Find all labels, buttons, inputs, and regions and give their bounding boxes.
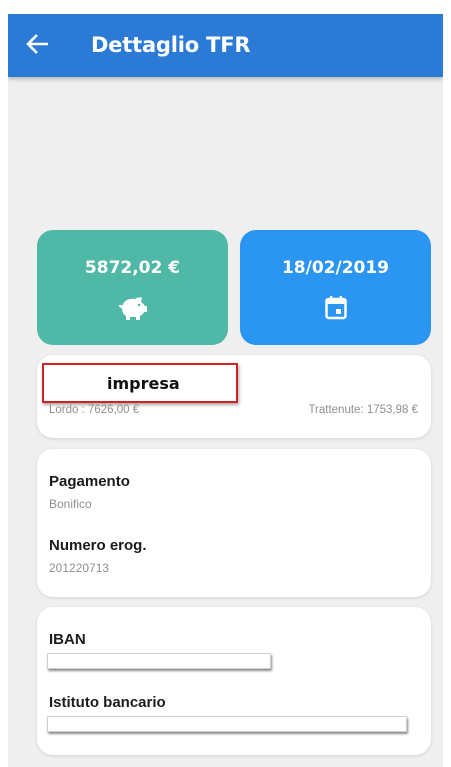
disbursement-number-label: Numero erog. [49,537,147,554]
bank-institute-redacted [47,716,407,732]
back-button[interactable] [20,29,54,63]
payment-card: Pagamento Bonifico Numero erog. 20122071… [37,449,431,597]
company-name: impresa [42,363,238,403]
iban-label: IBAN [49,631,86,648]
calendar-icon [324,296,347,325]
date-tile[interactable]: 18/02/2019 [240,230,431,345]
disbursement-number-value: 201220713 [49,561,110,575]
iban-redacted [47,653,271,669]
app-bar: Dettaglio TFR [8,14,443,77]
date-value: 18/02/2019 [281,258,390,278]
amount-value: 5872,02 € [84,258,181,278]
payment-method-value: Bonifico [49,497,92,511]
bank-institute-label: Istituto bancario [49,694,166,711]
payment-method-label: Pagamento [49,473,130,490]
piggy-bank-icon [118,296,148,327]
amount-tile[interactable]: 5872,02 € [37,230,228,345]
company-card: impresa Lordo : 7626,00 € Trattenute: 17… [37,355,431,438]
deductions-amount: Trattenute: 1753,98 € [308,404,418,416]
bank-card: IBAN Istituto bancario [37,607,431,755]
gross-amount: Lordo : 7626,00 € [49,404,140,416]
page-title: Dettaglio TFR [91,33,251,57]
arrow-left-icon [26,33,49,59]
screen: Dettaglio TFR 5872,02 € 18/02/2019 impre… [8,14,443,767]
